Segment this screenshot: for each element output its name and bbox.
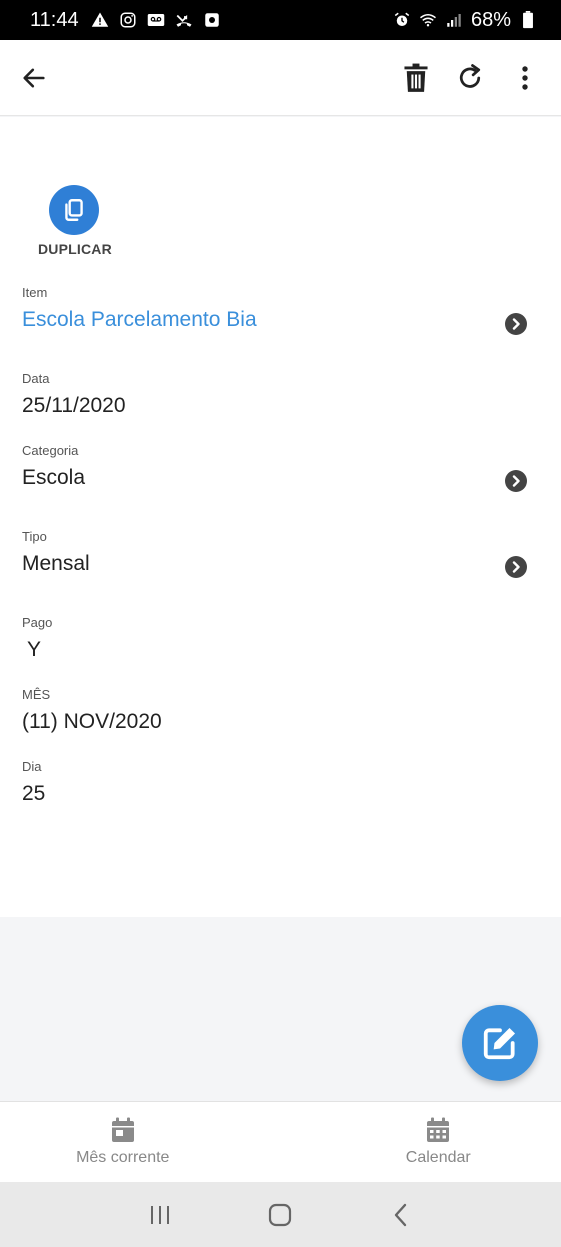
field-pago[interactable]: Pago Y [22, 615, 539, 662]
more-vertical-icon [522, 66, 528, 90]
field-mes-value[interactable]: (11) NOV/2020 [22, 710, 539, 734]
copy-icon [65, 199, 83, 221]
app-notification-icon [203, 11, 221, 29]
field-dia[interactable]: Dia 25 [22, 759, 539, 806]
field-dia-value[interactable]: 25 [22, 782, 539, 806]
status-bar: 11:44 68% [0, 0, 561, 40]
delete-button[interactable] [396, 58, 436, 98]
field-categoria[interactable]: Categoria Escola [22, 443, 539, 492]
app-bar [0, 40, 561, 116]
system-status: 68% [393, 9, 537, 32]
field-item-value[interactable]: Escola Parcelamento Bia [22, 308, 539, 332]
tab-current-month-label: Mês corrente [76, 1149, 170, 1166]
field-tipo-label: Tipo [22, 529, 47, 544]
field-mes[interactable]: MÊS (11) NOV/2020 [22, 687, 539, 734]
instagram-icon [119, 11, 137, 29]
field-tipo-value[interactable]: Mensal [22, 552, 539, 576]
refresh-button[interactable] [450, 58, 490, 98]
warning-icon [91, 11, 109, 29]
back-button[interactable] [14, 58, 54, 98]
wifi-icon [419, 11, 437, 29]
tab-calendar[interactable]: Calendar [316, 1102, 561, 1182]
recent-apps-button[interactable] [135, 1190, 185, 1240]
notification-icons [91, 11, 221, 29]
field-item[interactable]: Item Escola Parcelamento Bia [22, 285, 539, 335]
home-button[interactable] [255, 1190, 305, 1240]
home-icon [269, 1203, 292, 1226]
tab-calendar-label: Calendar [405, 1149, 471, 1166]
voicemail-icon [147, 11, 165, 29]
tab-current-month[interactable]: Mês corrente [0, 1102, 316, 1182]
duplicate-button[interactable] [49, 185, 99, 235]
item-chevron-icon[interactable] [505, 313, 527, 335]
tipo-chevron-icon[interactable] [505, 556, 527, 578]
signal-icon [445, 11, 463, 29]
field-data-label: Data [22, 371, 50, 386]
field-categoria-value[interactable]: Escola [22, 466, 539, 490]
categoria-chevron-icon[interactable] [505, 470, 527, 492]
field-mes-label: MÊS [22, 687, 51, 702]
field-categoria-label: Categoria [22, 443, 79, 458]
duplicate-label: DUPLICAR [38, 241, 112, 257]
recent-apps-icon [151, 1205, 170, 1224]
edit-icon [483, 1027, 516, 1060]
refresh-icon [459, 64, 481, 88]
bottom-navigation: Mês corrente Calendar [0, 1101, 561, 1182]
field-item-label: Item [22, 285, 48, 300]
calendar-day-icon [111, 1117, 134, 1142]
system-back-button[interactable] [376, 1190, 426, 1240]
field-tipo[interactable]: Tipo Mensal [22, 529, 539, 578]
field-dia-label: Dia [22, 759, 42, 774]
field-data-value[interactable]: 25/11/2020 [22, 394, 539, 418]
calendar-icon [427, 1117, 450, 1142]
alarm-icon [393, 11, 411, 29]
edit-fab-button[interactable] [462, 1005, 538, 1081]
status-time: 11:44 [30, 8, 79, 31]
arrow-left-icon [23, 68, 45, 88]
trash-icon [404, 63, 428, 92]
field-pago-label: Pago [22, 615, 53, 630]
chevron-left-icon [394, 1203, 407, 1226]
more-options-button[interactable] [505, 58, 545, 98]
record-details: DUPLICAR Item Escola Parcelamento Bia Da… [0, 117, 561, 917]
system-navigation-bar [0, 1182, 561, 1247]
missed-call-icon [175, 11, 193, 29]
field-data[interactable]: Data 25/11/2020 [22, 371, 539, 418]
field-pago-value[interactable]: Y [22, 638, 539, 662]
duplicate-action: DUPLICAR [38, 185, 112, 257]
battery-icon [519, 11, 537, 29]
battery-percent: 68% [470, 8, 511, 31]
